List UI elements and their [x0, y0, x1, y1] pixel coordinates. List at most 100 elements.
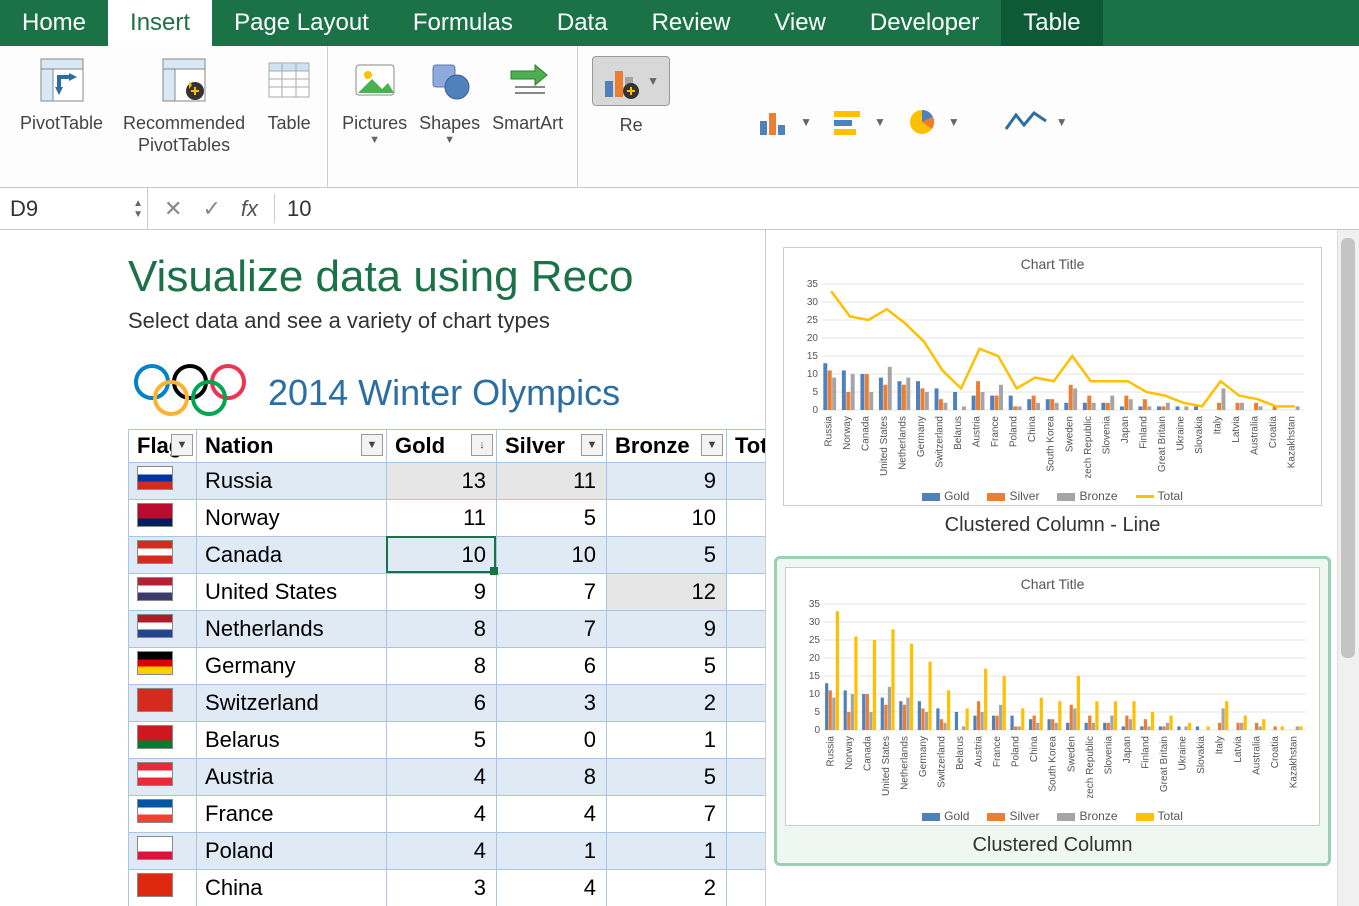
- olympics-table[interactable]: Flag▼Nation▼Gold↓Silver▼Bronze▼Total▼Rus…: [128, 429, 795, 906]
- table-row[interactable]: France447: [129, 796, 795, 833]
- nation-cell[interactable]: Switzerland: [197, 685, 387, 722]
- gold-cell[interactable]: 9: [387, 574, 497, 611]
- nation-cell[interactable]: Austria: [197, 759, 387, 796]
- bronze-cell[interactable]: 5: [607, 537, 727, 574]
- silver-cell[interactable]: 3: [497, 685, 607, 722]
- nation-cell[interactable]: Belarus: [197, 722, 387, 759]
- bronze-cell[interactable]: 9: [607, 463, 727, 500]
- fx-icon[interactable]: fx: [241, 196, 258, 222]
- scrollbar-thumb[interactable]: [1341, 238, 1355, 658]
- gold-cell[interactable]: 3: [387, 870, 497, 906]
- tab-view[interactable]: View: [752, 0, 848, 46]
- silver-cell[interactable]: 4: [497, 870, 607, 906]
- pivot-table-button[interactable]: PivotTable: [14, 56, 109, 187]
- table-row[interactable]: Russia13119: [129, 463, 795, 500]
- silver-cell[interactable]: 6: [497, 648, 607, 685]
- bronze-cell[interactable]: 5: [607, 759, 727, 796]
- gold-cell[interactable]: 4: [387, 833, 497, 870]
- chart-recommendation-card[interactable]: Chart Title05101520253035RussiaNorwayCan…: [774, 556, 1331, 866]
- tab-insert[interactable]: Insert: [108, 0, 212, 46]
- table-row[interactable]: China342: [129, 870, 795, 906]
- tab-home[interactable]: Home: [0, 0, 108, 46]
- table-row[interactable]: Norway11510: [129, 500, 795, 537]
- silver-cell[interactable]: 7: [497, 611, 607, 648]
- gold-cell[interactable]: 6: [387, 685, 497, 722]
- silver-cell[interactable]: 1: [497, 833, 607, 870]
- gold-cell[interactable]: 8: [387, 648, 497, 685]
- bronze-cell[interactable]: 1: [607, 833, 727, 870]
- tab-table[interactable]: Table: [1001, 0, 1102, 46]
- nation-cell[interactable]: China: [197, 870, 387, 906]
- table-button[interactable]: Table: [259, 56, 319, 187]
- silver-cell[interactable]: 4: [497, 796, 607, 833]
- filter-dropdown-icon[interactable]: ▼: [361, 434, 383, 456]
- bronze-cell[interactable]: 7: [607, 796, 727, 833]
- tab-formulas[interactable]: Formulas: [391, 0, 535, 46]
- silver-cell[interactable]: 5: [497, 500, 607, 537]
- nation-cell[interactable]: Norway: [197, 500, 387, 537]
- tab-data[interactable]: Data: [535, 0, 630, 46]
- bar-chart-button[interactable]: ▼: [822, 56, 896, 187]
- bronze-cell[interactable]: 5: [607, 648, 727, 685]
- silver-cell[interactable]: 10: [497, 537, 607, 574]
- col-nation[interactable]: Nation▼: [197, 430, 387, 463]
- gold-cell[interactable]: 11: [387, 500, 497, 537]
- chart-recommendation-card[interactable]: Chart Title05101520253035RussiaNorwayCan…: [774, 238, 1331, 544]
- name-box-stepper[interactable]: ▲▼: [133, 198, 143, 220]
- accept-icon[interactable]: ✓: [202, 196, 220, 222]
- gold-cell[interactable]: 5: [387, 722, 497, 759]
- column-chart-button[interactable]: ▼: [748, 56, 822, 187]
- formula-value[interactable]: 10: [275, 196, 311, 222]
- pie-chart-button[interactable]: ▼: [896, 56, 970, 187]
- col-flag[interactable]: Flag▼: [129, 430, 197, 463]
- nation-cell[interactable]: Russia: [197, 463, 387, 500]
- nation-cell[interactable]: Canada: [197, 537, 387, 574]
- bronze-cell[interactable]: 10: [607, 500, 727, 537]
- table-row[interactable]: Austria485: [129, 759, 795, 796]
- table-row[interactable]: Netherlands879: [129, 611, 795, 648]
- bronze-cell[interactable]: 1: [607, 722, 727, 759]
- filter-dropdown-icon[interactable]: ▼: [581, 434, 603, 456]
- col-bronze[interactable]: Bronze▼: [607, 430, 727, 463]
- silver-cell[interactable]: 0: [497, 722, 607, 759]
- table-row[interactable]: United States9712: [129, 574, 795, 611]
- recommended-charts-list[interactable]: Chart Title05101520253035RussiaNorwayCan…: [766, 230, 1337, 906]
- gold-cell[interactable]: 8: [387, 611, 497, 648]
- silver-cell[interactable]: 8: [497, 759, 607, 796]
- tab-developer[interactable]: Developer: [848, 0, 1001, 46]
- line-chart-button[interactable]: ▼: [994, 56, 1078, 187]
- silver-cell[interactable]: 7: [497, 574, 607, 611]
- bronze-cell[interactable]: 2: [607, 685, 727, 722]
- panel-scrollbar[interactable]: [1337, 230, 1359, 906]
- gold-cell[interactable]: 10: [387, 537, 497, 574]
- filter-dropdown-icon[interactable]: ▼: [171, 434, 193, 456]
- filter-dropdown-icon[interactable]: ▼: [701, 434, 723, 456]
- col-silver[interactable]: Silver▼: [497, 430, 607, 463]
- smartart-button[interactable]: SmartArt: [486, 56, 569, 187]
- gold-cell[interactable]: 4: [387, 759, 497, 796]
- recommended-charts-button[interactable]: ▼ Re: [586, 56, 676, 187]
- nation-cell[interactable]: France: [197, 796, 387, 833]
- filter-dropdown-icon[interactable]: ↓: [471, 434, 493, 456]
- gold-cell[interactable]: 13: [387, 463, 497, 500]
- nation-cell[interactable]: Poland: [197, 833, 387, 870]
- nation-cell[interactable]: Netherlands: [197, 611, 387, 648]
- pictures-button[interactable]: Pictures ▼: [336, 56, 413, 187]
- bronze-cell[interactable]: 12: [607, 574, 727, 611]
- name-box[interactable]: D9 ▲▼: [0, 188, 148, 229]
- tab-page-layout[interactable]: Page Layout: [212, 0, 391, 46]
- recommended-pivot-button[interactable]: Recommended PivotTables: [109, 56, 259, 187]
- shapes-button[interactable]: Shapes ▼: [413, 56, 486, 187]
- table-row[interactable]: Germany865: [129, 648, 795, 685]
- worksheet-area[interactable]: Visualize data using Reco Select data an…: [0, 230, 1359, 906]
- nation-cell[interactable]: Germany: [197, 648, 387, 685]
- gold-cell[interactable]: 4: [387, 796, 497, 833]
- table-row[interactable]: Belarus501: [129, 722, 795, 759]
- table-row[interactable]: Canada10105: [129, 537, 795, 574]
- silver-cell[interactable]: 11: [497, 463, 607, 500]
- nation-cell[interactable]: United States: [197, 574, 387, 611]
- bronze-cell[interactable]: 2: [607, 870, 727, 906]
- bronze-cell[interactable]: 9: [607, 611, 727, 648]
- tab-review[interactable]: Review: [630, 0, 753, 46]
- table-row[interactable]: Switzerland632: [129, 685, 795, 722]
